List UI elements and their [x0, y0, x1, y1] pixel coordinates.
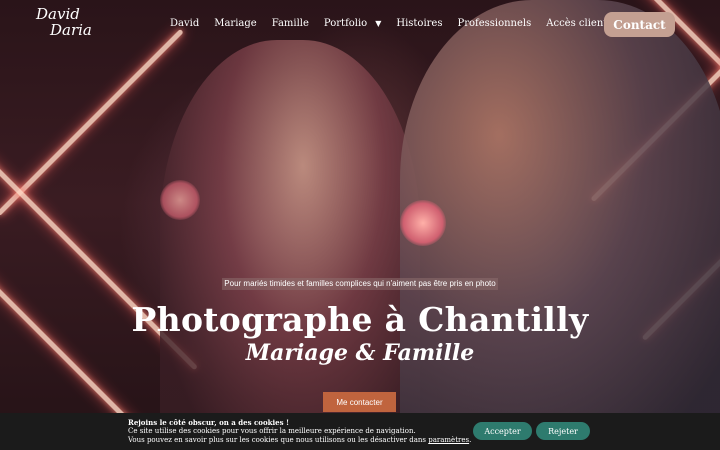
nav-item-portfolio[interactable]: Portfolio ▼	[324, 18, 381, 29]
page-title: Photographe à Chantilly	[131, 300, 589, 339]
cookie-line-2: Vous pouvez en savoir plus sur les cooki…	[128, 436, 472, 444]
hero-tagline: Pour mariés timides et familles complice…	[222, 278, 498, 290]
nav-item-acces-clients[interactable]: Accès clients	[546, 18, 612, 29]
nav-item-professionnels[interactable]: Professionnels	[457, 18, 531, 29]
nav-item-famille[interactable]: Famille	[272, 18, 309, 29]
hero-background-photo	[0, 0, 720, 450]
chevron-down-icon: ▼	[375, 19, 382, 28]
cookie-title: Rejoins le côté obscur, on a des cookies…	[128, 418, 290, 427]
logo-line-2: Daria	[50, 21, 92, 39]
accept-cookies-button[interactable]: Accepter	[473, 422, 532, 440]
flower-decoration	[400, 200, 446, 246]
neon-light-decoration	[0, 28, 184, 217]
cookie-settings-link[interactable]: paramètres	[428, 436, 469, 444]
cookie-line-1: Ce site utilise des cookies pour vous of…	[128, 427, 416, 435]
nav-item-mariage[interactable]: Mariage	[214, 18, 256, 29]
cookie-message: Rejoins le côté obscur, on a des cookies…	[128, 418, 471, 445]
page-subtitle: Mariage & Famille	[245, 340, 475, 366]
nav-item-david[interactable]: David	[170, 18, 199, 29]
nav-item-histoires[interactable]: Histoires	[396, 18, 442, 29]
logo-line-1: David	[36, 5, 80, 23]
contact-me-button[interactable]: Me contacter	[323, 392, 396, 412]
bride-silhouette	[160, 40, 420, 450]
reject-cookies-button[interactable]: Rejeter	[536, 422, 590, 440]
cookie-banner: Rejoins le côté obscur, on a des cookies…	[0, 413, 720, 450]
flower-decoration	[160, 180, 200, 220]
contact-button[interactable]: Contact	[604, 12, 675, 37]
site-logo[interactable]: David Daria	[36, 6, 98, 46]
main-nav: David Mariage Famille Portfolio ▼ Histoi…	[170, 18, 627, 29]
groom-silhouette	[400, 0, 720, 450]
